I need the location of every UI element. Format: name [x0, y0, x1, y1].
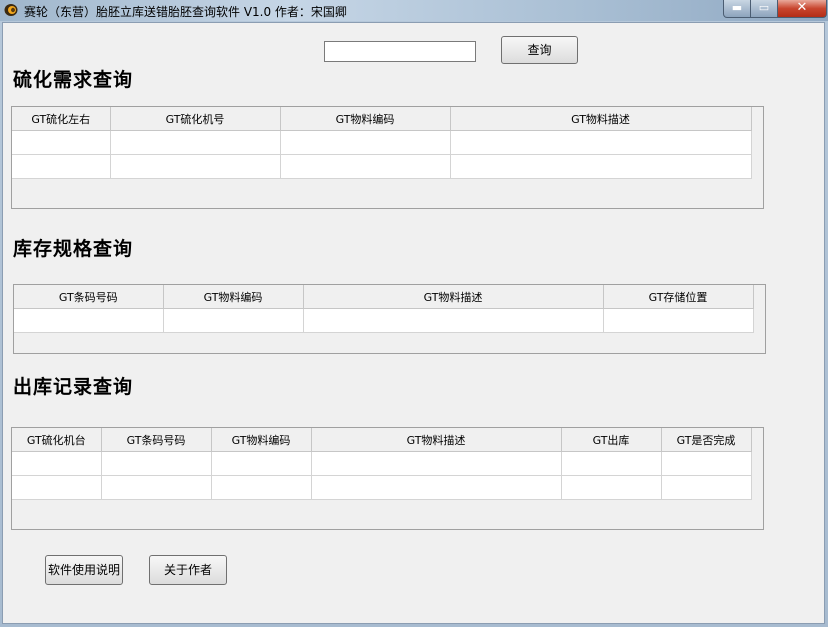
about-author-button[interactable]: 关于作者 [149, 555, 227, 585]
table-cell[interactable] [163, 308, 304, 333]
table-row[interactable] [12, 451, 752, 476]
table-cell[interactable] [661, 451, 752, 476]
table-cell[interactable] [311, 475, 562, 500]
table-cell[interactable] [110, 154, 281, 179]
column-header[interactable]: GT物料编码 [280, 107, 451, 131]
table-row[interactable] [12, 475, 752, 500]
column-header[interactable]: GT物料编码 [163, 285, 304, 309]
query-button[interactable]: 查询 [501, 36, 578, 64]
table-cell[interactable] [12, 154, 111, 179]
column-header[interactable]: GT物料描述 [303, 285, 604, 309]
column-header[interactable]: GT物料编码 [211, 428, 312, 452]
table-cell[interactable] [211, 451, 312, 476]
stock-section-title: 库存规格查询 [13, 238, 134, 260]
app-window: 赛轮（东营）胎胚立库送错胎胚查询软件 V1.0 作者：宋国卿 ▬ ▭ ✕ 查询 … [0, 0, 828, 627]
vulcanize-section-title: 硫化需求查询 [13, 69, 134, 91]
table-cell[interactable] [303, 308, 604, 333]
search-input[interactable] [324, 41, 476, 62]
vulcanize-table: GT硫化左右 GT硫化机号 GT物料编码 GT物料描述 [12, 107, 752, 179]
column-header[interactable]: GT条码号码 [14, 285, 164, 309]
column-header[interactable]: GT硫化机台 [12, 428, 102, 452]
column-header[interactable]: GT条码号码 [101, 428, 212, 452]
window-title: 赛轮（东营）胎胚立库送错胎胚查询软件 V1.0 作者：宋国卿 [24, 5, 347, 19]
table-header-row: GT条码号码 GT物料编码 GT物料描述 GT存储位置 [14, 285, 754, 309]
table-row[interactable] [14, 308, 754, 333]
outbound-table: GT硫化机台 GT条码号码 GT物料编码 GT物料描述 GT出库 GT是否完成 [12, 428, 752, 500]
stock-grid[interactable]: GT条码号码 GT物料编码 GT物料描述 GT存储位置 [13, 284, 766, 354]
table-cell[interactable] [280, 154, 451, 179]
table-cell[interactable] [561, 475, 662, 500]
table-cell[interactable] [561, 451, 662, 476]
close-button[interactable]: ✕ [777, 0, 827, 18]
column-header[interactable]: GT是否完成 [661, 428, 752, 452]
table-cell[interactable] [101, 451, 212, 476]
table-cell[interactable] [450, 130, 752, 155]
table-cell[interactable] [12, 475, 102, 500]
table-cell[interactable] [280, 130, 451, 155]
table-cell[interactable] [603, 308, 754, 333]
column-header[interactable]: GT物料描述 [450, 107, 752, 131]
table-cell[interactable] [311, 451, 562, 476]
column-header[interactable]: GT硫化左右 [12, 107, 111, 131]
app-icon [4, 4, 18, 16]
table-cell[interactable] [661, 475, 752, 500]
table-cell[interactable] [110, 130, 281, 155]
title-bar: 赛轮（东营）胎胚立库送错胎胚查询软件 V1.0 作者：宋国卿 ▬ ▭ ✕ [0, 0, 828, 21]
column-header[interactable]: GT硫化机号 [110, 107, 281, 131]
outbound-section-title: 出库记录查询 [13, 376, 134, 398]
table-cell[interactable] [101, 475, 212, 500]
table-header-row: GT硫化左右 GT硫化机号 GT物料编码 GT物料描述 [12, 107, 752, 131]
vulcanize-grid[interactable]: GT硫化左右 GT硫化机号 GT物料编码 GT物料描述 [11, 106, 764, 209]
table-cell[interactable] [450, 154, 752, 179]
table-header-row: GT硫化机台 GT条码号码 GT物料编码 GT物料描述 GT出库 GT是否完成 [12, 428, 752, 452]
stock-table: GT条码号码 GT物料编码 GT物料描述 GT存储位置 [14, 285, 754, 333]
table-row[interactable] [12, 130, 752, 155]
client-area: 查询 硫化需求查询 GT硫化左右 GT硫化机号 GT物料编码 GT物料描述 库存… [2, 22, 825, 624]
column-header[interactable]: GT存储位置 [603, 285, 754, 309]
table-cell[interactable] [12, 130, 111, 155]
maximize-button[interactable]: ▭ [750, 0, 778, 18]
table-cell[interactable] [14, 308, 164, 333]
help-button[interactable]: 软件使用说明 [45, 555, 123, 585]
column-header[interactable]: GT出库 [561, 428, 662, 452]
column-header[interactable]: GT物料描述 [311, 428, 562, 452]
table-cell[interactable] [12, 451, 102, 476]
minimize-button[interactable]: ▬ [723, 0, 751, 18]
table-cell[interactable] [211, 475, 312, 500]
table-row[interactable] [12, 154, 752, 179]
outbound-grid[interactable]: GT硫化机台 GT条码号码 GT物料编码 GT物料描述 GT出库 GT是否完成 [11, 427, 764, 530]
